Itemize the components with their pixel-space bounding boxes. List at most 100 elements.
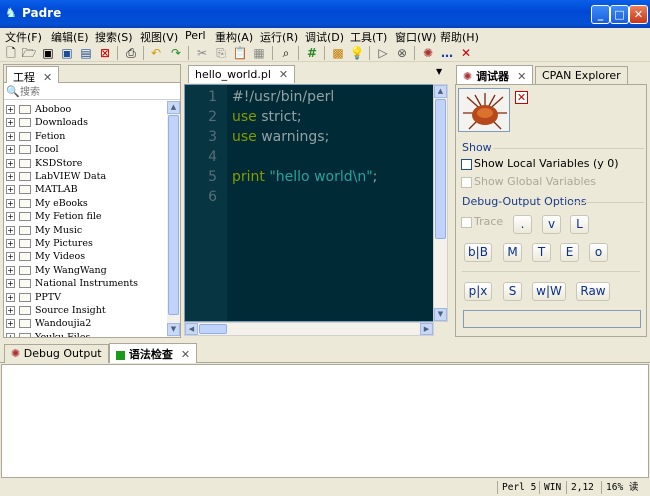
comment-toggle-icon[interactable]: # (304, 45, 320, 61)
tab-hello-world[interactable]: hello_world.pl ✕ (188, 65, 296, 83)
new-file-icon[interactable]: 🗋 (3, 45, 19, 61)
expand-icon[interactable]: + (6, 252, 15, 262)
expand-icon[interactable]: + (6, 145, 15, 155)
checkbox[interactable] (461, 158, 472, 170)
run-icon[interactable]: ▷ (375, 45, 391, 61)
cut-icon[interactable]: ✂ (194, 45, 210, 61)
paste-icon[interactable]: 📋 (232, 45, 248, 61)
tree-item[interactable]: + My WangWang (6, 264, 107, 277)
show-global-variables[interactable]: Show Global Variables (461, 175, 596, 188)
minimize-button[interactable]: _ (591, 5, 610, 24)
expand-icon[interactable]: + (6, 319, 15, 329)
checkbox[interactable] (461, 176, 472, 188)
bB-button[interactable]: b|B (464, 243, 492, 262)
scroll-up-icon[interactable]: ▲ (434, 85, 447, 98)
tab-list-dropdown-icon[interactable]: ▼ (436, 67, 442, 76)
menu-debug[interactable]: 调试(D) (305, 29, 344, 45)
expand-icon[interactable]: + (6, 212, 15, 222)
menu-edit[interactable]: 编辑(E) (51, 29, 89, 45)
print-icon[interactable]: ⎙ (123, 45, 139, 61)
debugger-bug-icon[interactable]: ✺ (420, 45, 436, 61)
wW-button[interactable]: w|W (532, 282, 566, 301)
expand-icon[interactable]: + (6, 158, 15, 168)
lightbulb-icon[interactable]: 💡 (349, 45, 365, 61)
menu-file[interactable]: 文件(F) (5, 29, 42, 45)
expand-icon[interactable]: + (6, 239, 15, 248)
scroll-thumb[interactable] (168, 115, 179, 315)
e-button[interactable]: E (560, 243, 579, 262)
save-as-icon[interactable]: ▣ (59, 45, 75, 61)
select-all-icon[interactable]: ▦ (251, 45, 267, 61)
stop-icon[interactable]: ⊗ (394, 45, 410, 61)
tree-item[interactable]: + My Videos (6, 250, 85, 263)
tree-item[interactable]: + Icool (6, 143, 59, 156)
v-button[interactable]: v (542, 215, 561, 234)
tree-item[interactable]: + MATLAB (6, 183, 78, 196)
scroll-down-icon[interactable]: ▼ (167, 323, 180, 336)
save-icon[interactable]: ▣ (40, 45, 56, 61)
tab-debug-output[interactable]: ✺ Debug Output (4, 344, 109, 363)
raw-button[interactable]: Raw (576, 282, 610, 301)
tree-item[interactable]: + My Music (6, 224, 82, 237)
close-icon[interactable]: ✕ (181, 348, 190, 361)
open-resource-icon[interactable]: ▩ (330, 45, 346, 61)
scroll-left-icon[interactable]: ◀ (185, 323, 198, 335)
scroll-thumb[interactable] (435, 99, 446, 239)
expand-icon[interactable]: + (6, 185, 15, 195)
close-file-icon[interactable]: ⊠ (97, 45, 113, 61)
tab-cpan-explorer[interactable]: CPAN Explorer (535, 66, 628, 84)
editor-vertical-scrollbar[interactable]: ▲ ▼ (433, 84, 448, 322)
expand-icon[interactable]: + (6, 131, 15, 141)
tree-item[interactable]: + My Pictures (6, 237, 93, 250)
expand-icon[interactable]: + (6, 172, 15, 181)
find-icon[interactable]: ⌕ (278, 45, 294, 61)
show-local-variables[interactable]: Show Local Variables (y 0) (461, 157, 619, 170)
tree-item[interactable]: + Youku Files (6, 331, 90, 337)
m-button[interactable]: M (503, 243, 522, 262)
tree-item[interactable]: + Fetion (6, 130, 65, 143)
redo-icon[interactable]: ↷ (168, 45, 184, 61)
checkbox[interactable] (461, 216, 472, 228)
l-button[interactable]: L (570, 215, 589, 234)
close-icon[interactable]: ✕ (43, 71, 52, 84)
copy-icon[interactable]: ⎘ (213, 45, 229, 61)
tree-item[interactable]: + National Instruments (6, 277, 138, 290)
maximize-button[interactable]: □ (610, 5, 629, 24)
px-button[interactable]: p|x (464, 282, 492, 301)
tree-item[interactable]: + Aboboo (6, 103, 71, 116)
tree-item[interactable]: + KSDStore (6, 157, 82, 170)
scroll-right-icon[interactable]: ▶ (420, 323, 433, 335)
title-bar[interactable]: ♞ Padre _ □ ✕ (0, 0, 650, 28)
search-input[interactable] (20, 85, 170, 99)
t-button[interactable]: T (532, 243, 551, 262)
menu-refactor[interactable]: 重构(A) (215, 29, 253, 45)
expand-icon[interactable]: + (6, 105, 15, 114)
stop-debug-icon[interactable]: ✕ (515, 91, 528, 104)
save-all-icon[interactable]: ▤ (78, 45, 94, 61)
more-icon[interactable]: … (439, 45, 455, 61)
dot-button[interactable]: . (513, 215, 532, 234)
menu-tools[interactable]: 工具(T) (350, 29, 387, 45)
tab-syntax-check[interactable]: 语法检查 ✕ (109, 343, 198, 363)
expand-icon[interactable]: + (6, 118, 15, 128)
expand-icon[interactable]: + (6, 306, 15, 315)
expand-icon[interactable]: + (6, 265, 15, 275)
menu-view[interactable]: 视图(V) (140, 29, 178, 45)
s-button[interactable]: S (503, 282, 522, 301)
menu-run[interactable]: 运行(R) (260, 29, 298, 45)
tree-item[interactable]: + Downloads (6, 116, 88, 129)
editor-horizontal-scrollbar[interactable]: ◀ ▶ (184, 322, 434, 336)
scroll-down-icon[interactable]: ▼ (434, 308, 447, 321)
expand-icon[interactable]: + (6, 225, 15, 235)
open-file-icon[interactable]: 🗁 (21, 45, 37, 61)
tab-project[interactable]: 工程 ✕ (6, 66, 60, 84)
quit-debugger-icon[interactable]: ✕ (458, 45, 474, 61)
tree-item[interactable]: + My Fetion file (6, 210, 102, 223)
tree-item[interactable]: + Source Insight (6, 304, 106, 317)
expand-icon[interactable]: + (6, 198, 15, 208)
debug-bug-icon[interactable] (458, 88, 510, 132)
tree-item[interactable]: + PPTV (6, 291, 61, 304)
close-button[interactable]: ✕ (629, 5, 648, 24)
debug-command-input[interactable] (463, 310, 641, 328)
expand-icon[interactable]: + (6, 279, 15, 289)
